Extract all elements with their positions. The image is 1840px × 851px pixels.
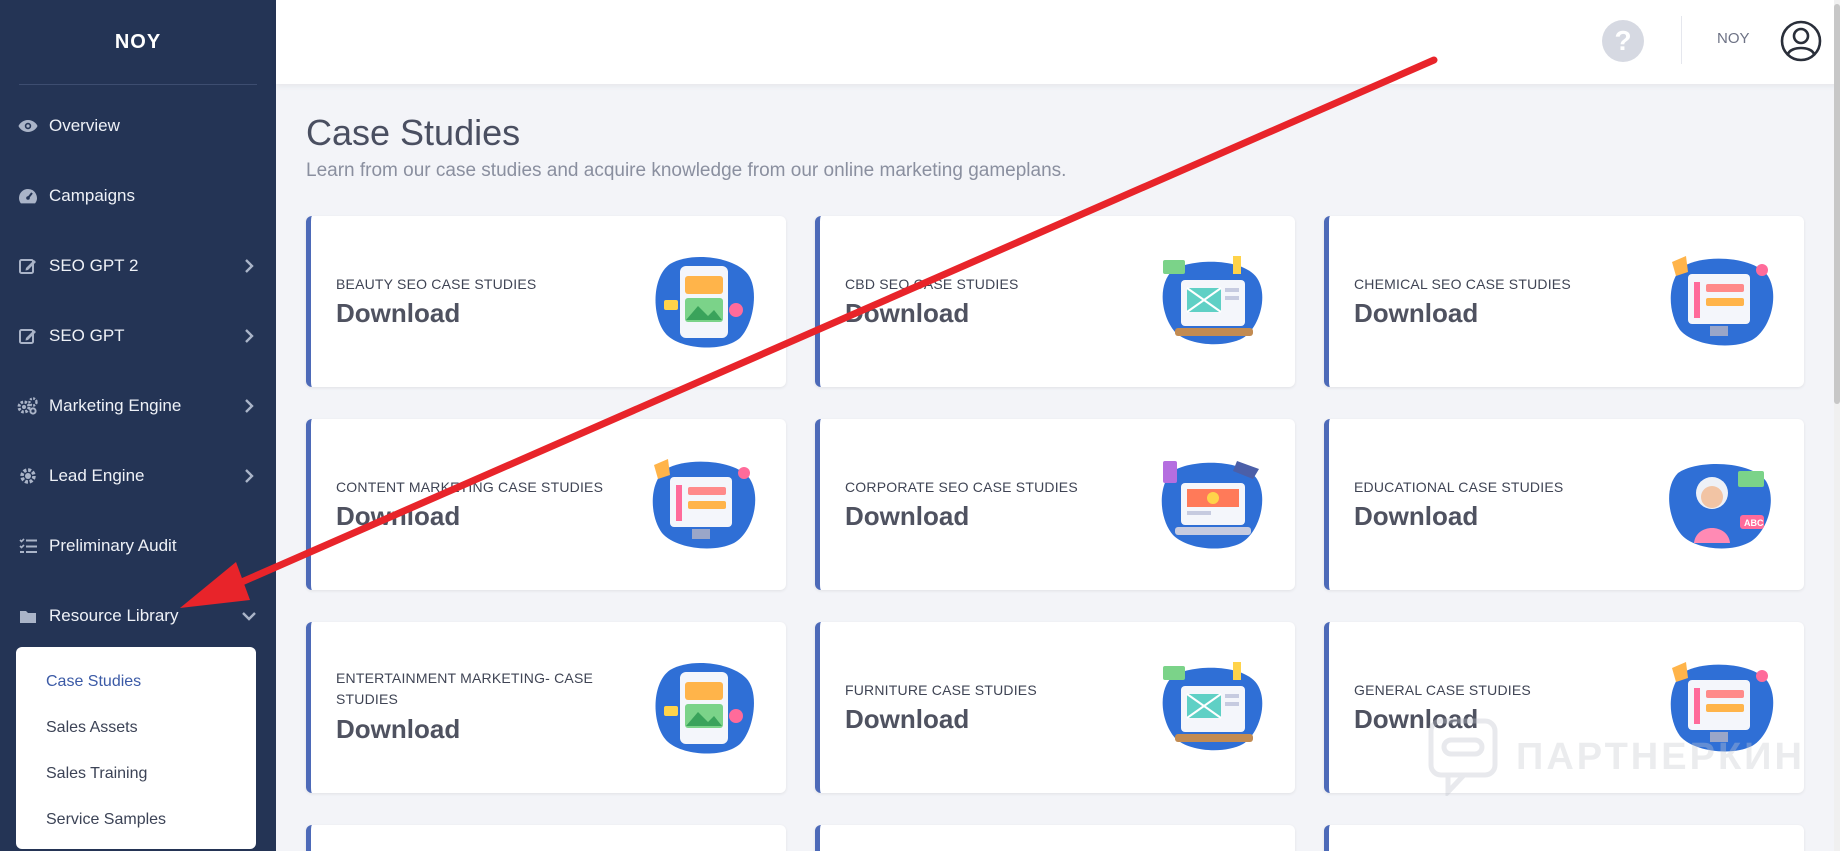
watermark: ПАРТНЕРКИН xyxy=(1428,718,1805,796)
chevron-down-icon xyxy=(242,609,256,623)
download-link[interactable]: Download xyxy=(845,501,969,532)
page-title: Case Studies xyxy=(306,112,521,153)
sidebar-item-label: SEO GPT 2 xyxy=(49,256,139,275)
mobile-gallery-illustration xyxy=(655,663,754,754)
chevron-right-icon xyxy=(242,469,256,483)
cogs-icon xyxy=(17,395,39,417)
submenu-item-sales-assets[interactable]: Sales Assets xyxy=(16,705,256,751)
case-study-category: CHEMICAL SEO CASE STUDIES xyxy=(1354,276,1571,292)
case-study-card[interactable]: CHEMICAL SEO CASE STUDIES Download xyxy=(1324,216,1804,387)
user-circle-icon[interactable] xyxy=(1780,20,1822,62)
brand-divider xyxy=(19,84,257,85)
case-study-card[interactable]: CONTENT MARKETING CASE STUDIES Download xyxy=(306,419,786,590)
case-study-category: FURNITURE CASE STUDIES xyxy=(845,682,1037,698)
download-link[interactable]: Download xyxy=(336,714,460,745)
case-study-category: BEAUTY SEO CASE STUDIES xyxy=(336,276,537,292)
case-study-category: CBD SEO CASE STUDIES xyxy=(845,276,1019,292)
mobile-gallery-illustration xyxy=(655,257,754,348)
case-study-category: GENERAL CASE STUDIES xyxy=(1354,682,1531,698)
sidebar-item-resource-library[interactable]: Resource Library xyxy=(0,581,276,651)
download-link[interactable]: Download xyxy=(845,298,969,329)
submenu-item-sales-training[interactable]: Sales Training xyxy=(16,751,256,797)
top-bar: ? NOY xyxy=(276,0,1840,84)
sidebar-item-label: Overview xyxy=(49,116,120,135)
sidebar-item-marketing-engine[interactable]: Marketing Engine xyxy=(0,371,276,441)
submenu-item-service-samples[interactable]: Service Samples xyxy=(16,797,256,843)
watermark-text: ПАРТНЕРКИН xyxy=(1516,735,1805,778)
resource-library-submenu: Case Studies Sales Assets Sales Training… xyxy=(16,647,256,849)
chevron-right-icon xyxy=(242,259,256,273)
sidebar-item-campaigns[interactable]: Campaigns xyxy=(0,161,276,231)
sidebar-nav: Overview Campaigns SEO GPT 2 SEO GPT Mar… xyxy=(0,91,276,651)
edit-icon xyxy=(17,255,39,277)
laptop-books-illustration xyxy=(1161,461,1263,549)
case-study-card[interactable]: CBD SEO CASE STUDIES Download xyxy=(815,216,1295,387)
chevron-right-icon xyxy=(242,399,256,413)
case-study-category: EDUCATIONAL CASE STUDIES xyxy=(1354,479,1564,495)
case-study-card[interactable]: FURNITURE CASE STUDIES Download xyxy=(815,622,1295,793)
scrollbar-thumb[interactable] xyxy=(1834,4,1840,404)
download-link[interactable]: Download xyxy=(1354,501,1478,532)
case-study-card[interactable] xyxy=(306,825,786,851)
chevron-right-icon xyxy=(242,329,256,343)
sidebar-item-label: Preliminary Audit xyxy=(49,536,177,555)
sidebar-item-label: Marketing Engine xyxy=(49,396,182,415)
download-link[interactable]: Download xyxy=(336,298,460,329)
topbar-divider xyxy=(1681,16,1682,64)
svg-text:ABC: ABC xyxy=(1744,518,1764,528)
edit-icon xyxy=(17,325,39,347)
list-check-icon xyxy=(17,535,39,557)
sidebar-item-seo-gpt-2[interactable]: SEO GPT 2 xyxy=(0,231,276,301)
sidebar-item-overview[interactable]: Overview xyxy=(0,91,276,161)
question-icon[interactable]: ? xyxy=(1602,20,1644,62)
sidebar-item-label: Lead Engine xyxy=(49,466,145,485)
case-study-card[interactable] xyxy=(1324,825,1804,851)
gauge-icon xyxy=(17,185,39,207)
folder-icon xyxy=(17,605,39,627)
page-scrollbar[interactable] xyxy=(1834,0,1840,851)
teacher-illustration: ABC xyxy=(1669,463,1771,549)
sidebar: NOY Overview Campaigns SEO GPT 2 SEO GPT… xyxy=(0,0,276,851)
monitor-chart-illustration xyxy=(1670,256,1774,346)
case-study-card[interactable] xyxy=(815,825,1295,851)
sidebar-item-label: Resource Library xyxy=(49,606,179,625)
download-link[interactable]: Download xyxy=(336,501,460,532)
case-study-category: ENTERTAINMENT MARKETING- CASE STUDIES xyxy=(336,670,594,707)
case-study-category: CONTENT MARKETING CASE STUDIES xyxy=(336,479,604,495)
case-study-card[interactable]: BEAUTY SEO CASE STUDIES Download xyxy=(306,216,786,387)
case-study-card[interactable]: CORPORATE SEO CASE STUDIES Download xyxy=(815,419,1295,590)
sidebar-item-preliminary-audit[interactable]: Preliminary Audit xyxy=(0,511,276,581)
case-study-category: CORPORATE SEO CASE STUDIES xyxy=(845,479,1078,495)
watermark-logo-icon xyxy=(1428,718,1498,796)
page-subtitle: Learn from our case studies and acquire … xyxy=(306,160,1067,181)
case-study-card[interactable]: ENTERTAINMENT MARKETING- CASE STUDIES Do… xyxy=(306,622,786,793)
sidebar-item-lead-engine[interactable]: Lead Engine xyxy=(0,441,276,511)
sidebar-item-label: Campaigns xyxy=(49,186,135,205)
eye-icon xyxy=(17,115,39,137)
desktop-web-illustration xyxy=(1162,256,1263,345)
download-link[interactable]: Download xyxy=(845,704,969,735)
case-study-card[interactable]: EDUCATIONAL CASE STUDIES Download ABC xyxy=(1324,419,1804,590)
sidebar-item-seo-gpt[interactable]: SEO GPT xyxy=(0,301,276,371)
download-link[interactable]: Download xyxy=(1354,298,1478,329)
submenu-item-case-studies[interactable]: Case Studies xyxy=(16,659,256,705)
gear-icon xyxy=(17,465,39,487)
desktop-web-illustration xyxy=(1162,662,1263,751)
user-name[interactable]: NOY xyxy=(1717,30,1750,47)
brand-name[interactable]: NOY xyxy=(0,0,276,84)
sidebar-item-label: SEO GPT xyxy=(49,326,125,345)
monitor-chart-illustration xyxy=(652,459,756,549)
